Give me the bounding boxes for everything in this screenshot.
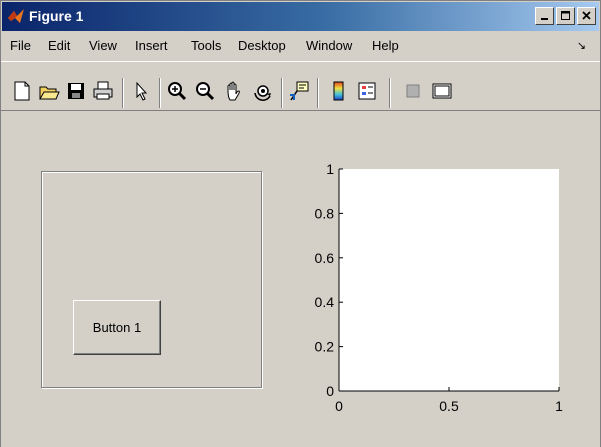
print-icon[interactable] xyxy=(92,80,114,102)
y-tick-label: 1 xyxy=(326,161,334,177)
maximize-button[interactable] xyxy=(556,7,575,25)
data-cursor-icon[interactable] xyxy=(288,80,310,102)
title-bar[interactable]: Figure 1 xyxy=(2,2,599,31)
menu-help[interactable]: Help xyxy=(372,38,399,53)
menu-edit[interactable]: Edit xyxy=(48,38,70,53)
menu-file[interactable]: File xyxy=(10,38,31,53)
menu-window[interactable]: Window xyxy=(306,38,352,53)
menu-bar: File Edit View Insert Tools Desktop Wind… xyxy=(1,34,600,58)
y-tick-label: 0.4 xyxy=(315,294,335,310)
toolbar-separator xyxy=(317,78,319,108)
rotate-3d-icon[interactable] xyxy=(252,80,274,102)
close-button[interactable] xyxy=(577,7,596,25)
toolbar-separator xyxy=(122,78,124,108)
x-tick-label: 0 xyxy=(335,398,343,414)
pan-hand-icon[interactable] xyxy=(223,80,245,102)
x-tick-label: 0.5 xyxy=(439,398,459,414)
menu-desktop[interactable]: Desktop xyxy=(238,38,286,53)
toolbar-separator xyxy=(389,78,391,108)
matlab-logo-icon xyxy=(8,9,24,23)
menu-view[interactable]: View xyxy=(89,38,117,53)
show-plot-tools-icon[interactable] xyxy=(431,80,453,102)
hide-plot-tools-icon[interactable] xyxy=(402,80,424,102)
save-icon[interactable] xyxy=(65,80,87,102)
axes-background xyxy=(339,169,559,391)
toolbar-separator xyxy=(159,78,161,108)
maximize-icon xyxy=(560,11,570,20)
figure-toolbar xyxy=(1,61,600,111)
insert-legend-icon[interactable] xyxy=(356,80,378,102)
close-icon xyxy=(581,11,591,20)
minimize-icon xyxy=(540,18,548,20)
minimize-button[interactable] xyxy=(535,7,554,25)
x-tick-label: 1 xyxy=(555,398,563,414)
zoom-in-icon[interactable] xyxy=(166,80,188,102)
edit-plot-arrow-icon[interactable] xyxy=(131,80,153,102)
figure-canvas: Button 1 0 0.5 1 0 0.2 0.4 0.6 0.8 1 xyxy=(1,113,600,447)
y-tick-label: 0.6 xyxy=(315,250,335,266)
menu-tools[interactable]: Tools xyxy=(191,38,221,53)
new-figure-icon[interactable] xyxy=(11,80,33,102)
insert-colorbar-icon[interactable] xyxy=(328,80,350,102)
window-title: Figure 1 xyxy=(29,8,84,24)
dock-arrow-icon[interactable]: ↘ xyxy=(577,39,586,52)
zoom-out-icon[interactable] xyxy=(194,80,216,102)
figure-window: Figure 1 File Edit View Insert Tools Des… xyxy=(0,0,601,447)
y-tick-label: 0.8 xyxy=(315,205,335,221)
open-file-icon[interactable] xyxy=(38,80,60,102)
menu-insert[interactable]: Insert xyxy=(135,38,168,53)
plot-axes[interactable]: 0 0.5 1 0 0.2 0.4 0.6 0.8 1 xyxy=(1,113,600,447)
y-tick-label: 0 xyxy=(326,383,334,399)
y-tick-label: 0.2 xyxy=(315,339,335,355)
toolbar-separator xyxy=(281,78,283,108)
